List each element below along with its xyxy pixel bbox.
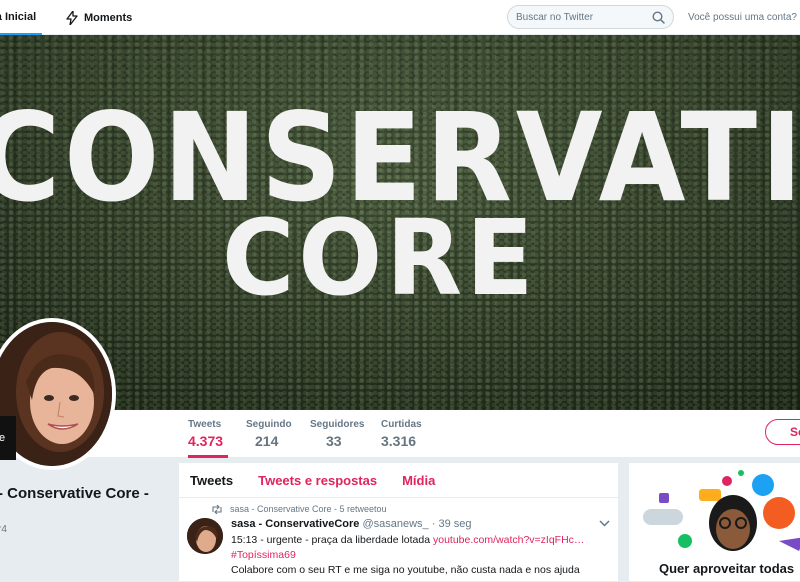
tweet-time[interactable]: · 39 seg — [432, 518, 472, 530]
stat-tweets[interactable]: Tweets 4.373 — [188, 410, 228, 458]
stat-value: 33 — [326, 433, 342, 449]
profile-name: - Conservative Core - — [0, 485, 149, 502]
search-input[interactable] — [516, 11, 646, 23]
nav-moments-label: Moments — [84, 11, 133, 24]
timeline-tabs: Tweets Tweets e respostas Mídia — [179, 463, 618, 498]
tab-tweets-replies[interactable]: Tweets e respostas — [258, 473, 377, 488]
stat-value: 3.316 — [381, 433, 417, 449]
signup-illustration — [643, 470, 800, 551]
stat-label: Seguindo — [246, 419, 292, 430]
tweet-line1-text: 15:13 - urgente - praça da liberdade lot… — [231, 534, 433, 546]
tweet-line1: 15:13 - urgente - praça da liberdade lot… — [231, 533, 591, 548]
lightning-icon — [66, 10, 78, 25]
signup-title: Quer aproveitar todas — [659, 561, 795, 576]
nav-home-tab[interactable]: ina Inicial — [0, 0, 43, 35]
banner-title-line2: CORE — [222, 197, 538, 319]
retweet-context: sasa - Conservative Core - 5 retweetou — [211, 504, 387, 514]
retweet-icon — [212, 504, 222, 514]
tweet-author-name[interactable]: sasa - ConservativeCore — [231, 518, 359, 530]
stat-value: 214 — [255, 433, 279, 449]
profile-handle: r4 — [0, 524, 7, 535]
retweet-context-text[interactable]: sasa - Conservative Core - 5 retweetou — [230, 504, 387, 514]
tweet-header: sasa - ConservativeCore @sasanews_ · 39 … — [231, 518, 471, 530]
chevron-down-icon[interactable] — [599, 520, 610, 527]
nav-home-label: ina Inicial — [0, 10, 37, 23]
top-navigation: ina Inicial Moments Você possui uma cont… — [0, 0, 800, 35]
follow-button[interactable]: Se — [765, 419, 800, 445]
stat-following[interactable]: Seguindo 214 — [246, 410, 292, 458]
tweet-author-handle[interactable]: @sasanews_ — [362, 518, 428, 530]
tab-media[interactable]: Mídia — [402, 473, 435, 488]
nav-moments-tab[interactable]: Moments — [66, 0, 132, 35]
stat-value: 4.373 — [188, 433, 224, 449]
tab-tweets[interactable]: Tweets — [190, 473, 233, 488]
tweet-text: 15:13 - urgente - praça da liberdade lot… — [231, 533, 591, 578]
avatar-badge: e — [0, 416, 16, 460]
tweet-link[interactable]: youtube.com/watch?v=zIqFHc… — [433, 534, 584, 546]
search-icon[interactable] — [652, 11, 665, 24]
profile-banner: CONSERVATIV CORE — [0, 35, 800, 410]
stat-label: Curtidas — [381, 419, 422, 430]
search-box[interactable] — [507, 5, 674, 29]
stat-label: Seguidores — [310, 419, 365, 430]
tweet-hashtag[interactable]: #Topíssima69 — [231, 548, 591, 563]
stat-followers[interactable]: Seguidores 33 — [310, 410, 364, 458]
profile-nav: Tweets 4.373 Seguindo 214 Seguidores 33 … — [0, 410, 800, 458]
account-question[interactable]: Você possui uma conta? — [688, 12, 797, 23]
tweet-avatar[interactable] — [187, 518, 223, 554]
stat-likes[interactable]: Curtidas 3.316 — [381, 410, 422, 458]
signup-card: Quer aproveitar todas — [628, 462, 800, 582]
stat-label: Tweets — [188, 419, 222, 430]
timeline: Tweets Tweets e respostas Mídia sasa - C… — [178, 462, 619, 582]
